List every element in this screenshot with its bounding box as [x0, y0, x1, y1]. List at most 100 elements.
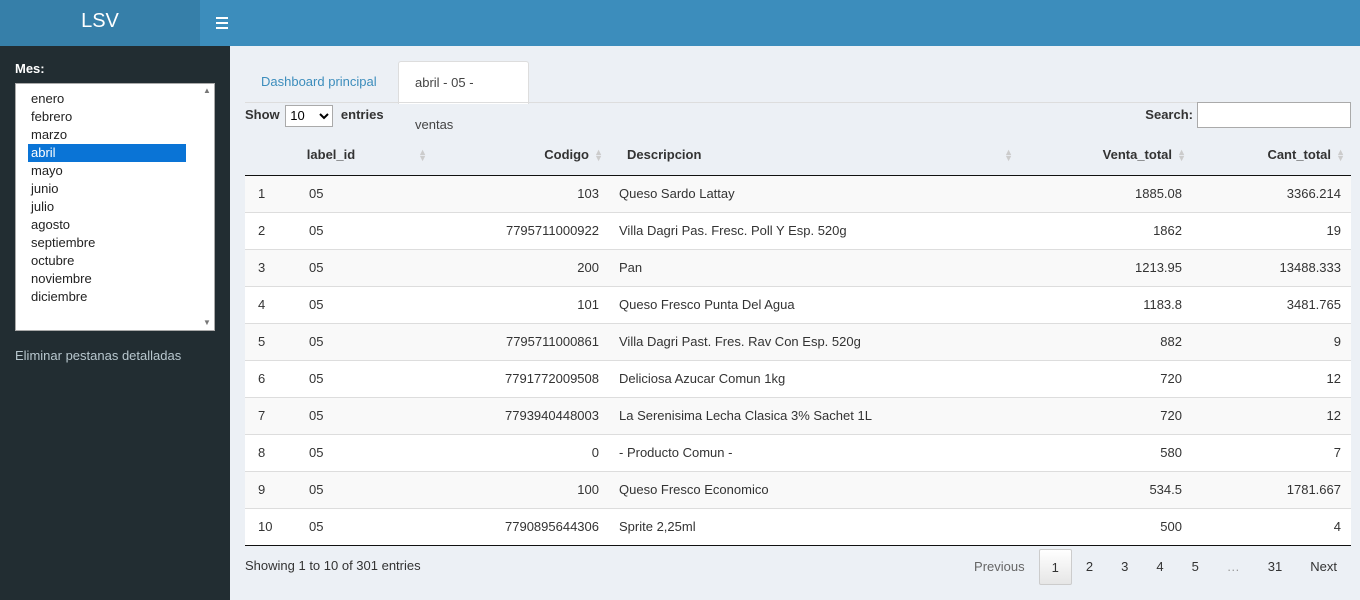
table-cell: 9 [1192, 322, 1351, 360]
table-cell: Queso Fresco Economico [609, 470, 1019, 508]
table-cell: 101 [433, 285, 609, 323]
table-row[interactable]: 9 05 100 Queso Fresco Economico 534.5 1781.66… [245, 470, 1351, 508]
page-button-5[interactable]: 5 [1178, 549, 1213, 585]
table-cell: 6 [245, 359, 309, 397]
page-button-last[interactable]: 31 [1254, 549, 1296, 585]
month-option[interactable]: marzo [28, 126, 186, 144]
hamburger-icon [216, 17, 228, 29]
table-cell: 10 [245, 507, 309, 546]
month-label: Mes: [15, 61, 45, 76]
table-cell: - Producto Comun - [609, 433, 1019, 471]
page-button-2[interactable]: 2 [1072, 549, 1107, 585]
month-option[interactable]: diciembre [28, 288, 186, 306]
col-header-codigo[interactable]: Codigo ▲ ▼ [433, 135, 609, 176]
sort-icon: ▲ ▼ [418, 147, 427, 163]
sort-icon: ▲ ▼ [1336, 147, 1345, 163]
table-row[interactable]: 8 05 0- Producto Comun -580 7 [245, 433, 1351, 471]
table-cell: 1781.667 [1192, 470, 1351, 508]
table-cell: 19 [1192, 211, 1351, 249]
month-option[interactable]: septiembre [28, 234, 186, 252]
month-list: enero febrero marzo abril mayo junio julio agos… [28, 90, 186, 306]
table-cell: 100 [433, 470, 609, 508]
previous-page-button[interactable]: Previous [960, 549, 1039, 585]
table-cell: 3481.765 [1192, 285, 1351, 323]
listbox-scrollbar[interactable]: ▲ ▼ [200, 84, 214, 330]
table-cell: 7795711000861 [433, 322, 609, 360]
table-cell: 05 [309, 285, 433, 323]
table-row[interactable]: 2 05 7795711000922 Villa Dagri Pas. Fresc. … [245, 211, 1351, 249]
table-cell: 05 [309, 175, 433, 212]
month-option[interactable]: junio [28, 180, 186, 198]
page-button-4[interactable]: 4 [1142, 549, 1177, 585]
show-label: Show [245, 107, 280, 122]
table-cell: 4 [245, 285, 309, 323]
table-row[interactable]: 4 05 101 Queso Fresco Punta Del Agua 1183.8 3… [245, 285, 1351, 323]
remove-detail-tabs-link[interactable]: Eliminar pestanas detalladas [15, 348, 181, 363]
month-option[interactable]: agosto [28, 216, 186, 234]
table-cell: Villa Dagri Pas. Fresc. Poll Y Esp. 520g [609, 211, 1019, 249]
table-cell: 05 [309, 248, 433, 286]
table-cell: Deliciosa Azucar Comun 1kg [609, 359, 1019, 397]
col-header-cant-total[interactable]: Cant_total ▲ ▼ [1192, 135, 1351, 176]
sidebar-toggle-button[interactable] [200, 0, 244, 46]
sort-icon: ▲ ▼ [594, 147, 603, 163]
table-row[interactable]: 7 05 7793940448003 La Serenisima Lecha Clas… [245, 396, 1351, 434]
table-cell: 05 [309, 470, 433, 508]
pagination-ellipsis: … [1226, 559, 1240, 574]
table-cell: 12 [1192, 396, 1351, 434]
table-cell: 2 [245, 211, 309, 249]
table-cell: Queso Fresco Punta Del Agua [609, 285, 1019, 323]
table-cell: Pan [609, 248, 1019, 286]
table-cell: 7795711000922 [433, 211, 609, 249]
sort-icon: ▲ ▼ [1177, 147, 1186, 163]
table-cell: 534.5 [1019, 470, 1192, 508]
month-option[interactable]: febrero [28, 108, 186, 126]
month-option[interactable]: noviembre [28, 270, 186, 288]
page-length-select[interactable]: 10 [285, 104, 334, 127]
col-header-descripcion[interactable]: Descripcion ▲ ▼ [609, 135, 1019, 176]
table-row[interactable]: 5 05 7795711000861 Villa Dagri Past. Fres. … [245, 322, 1351, 360]
table-cell: 1183.8 [1019, 285, 1192, 323]
table-row[interactable]: 10 05 7790895644306 Sprite 2,25ml 500 4 [245, 507, 1351, 546]
table-cell: 05 [309, 396, 433, 434]
search-input[interactable] [1197, 102, 1351, 128]
col-header-venta-total[interactable]: Venta_total ▲ ▼ [1019, 135, 1192, 176]
page-button-1[interactable]: 1 [1038, 549, 1072, 585]
table-cell: 13488.333 [1192, 248, 1351, 286]
app-logo[interactable]: LSV [0, 0, 200, 46]
search-control: Search: [1145, 102, 1351, 128]
table-cell: 9 [245, 470, 309, 508]
entries-label: entries [340, 107, 384, 122]
table-row[interactable]: 3 05 200 Pan 1213.95 13488.333 [245, 248, 1351, 286]
table-cell: 580 [1019, 433, 1192, 471]
table-cell: 05 [309, 359, 433, 397]
table-row[interactable]: 6 05 7791772009508 Deliciosa Azucar Comun 1… [245, 359, 1351, 397]
page-button-3[interactable]: 3 [1107, 549, 1142, 585]
month-listbox[interactable]: enero febrero marzo abril mayo junio julio agos… [15, 83, 215, 331]
month-option[interactable]: octubre [28, 252, 186, 270]
table-cell: 1862 [1019, 211, 1192, 249]
month-option[interactable]: enero [28, 90, 186, 108]
scroll-up-icon[interactable]: ▲ [203, 87, 211, 95]
tab-abril-ventas[interactable]: abril - 05 - ventas [398, 61, 529, 132]
table-cell: 882 [1019, 322, 1192, 360]
table-cell: 12 [1192, 359, 1351, 397]
table-cell: 103 [433, 175, 609, 212]
tab-dashboard-principal[interactable]: Dashboard principal [245, 61, 397, 103]
month-option[interactable]: julio [28, 198, 186, 216]
col-header-label-id[interactable]: label_id ▲ ▼ [307, 135, 433, 176]
month-option[interactable]: abril [28, 144, 186, 162]
table-cell: 05 [309, 433, 433, 471]
scroll-down-icon[interactable]: ▼ [203, 319, 211, 327]
header-bar: LSV [0, 0, 1360, 46]
table-body: 1 05 103 Queso Sardo Lattay 1885.08 3366.214 2… [245, 175, 1351, 546]
table-header-row: label_id ▲ ▼ Codigo ▲ ▼ Descripcion ▲ ▼ Venta_… [245, 135, 1351, 176]
search-label: Search: [1145, 107, 1193, 122]
table-cell: 3 [245, 248, 309, 286]
col-header-index[interactable] [245, 135, 309, 176]
table-cell: 4 [1192, 507, 1351, 546]
table-cell: 7 [1192, 433, 1351, 471]
table-row[interactable]: 1 05 103 Queso Sardo Lattay 1885.08 3366.214 [245, 175, 1351, 212]
next-page-button[interactable]: Next [1296, 549, 1351, 585]
month-option[interactable]: mayo [28, 162, 186, 180]
